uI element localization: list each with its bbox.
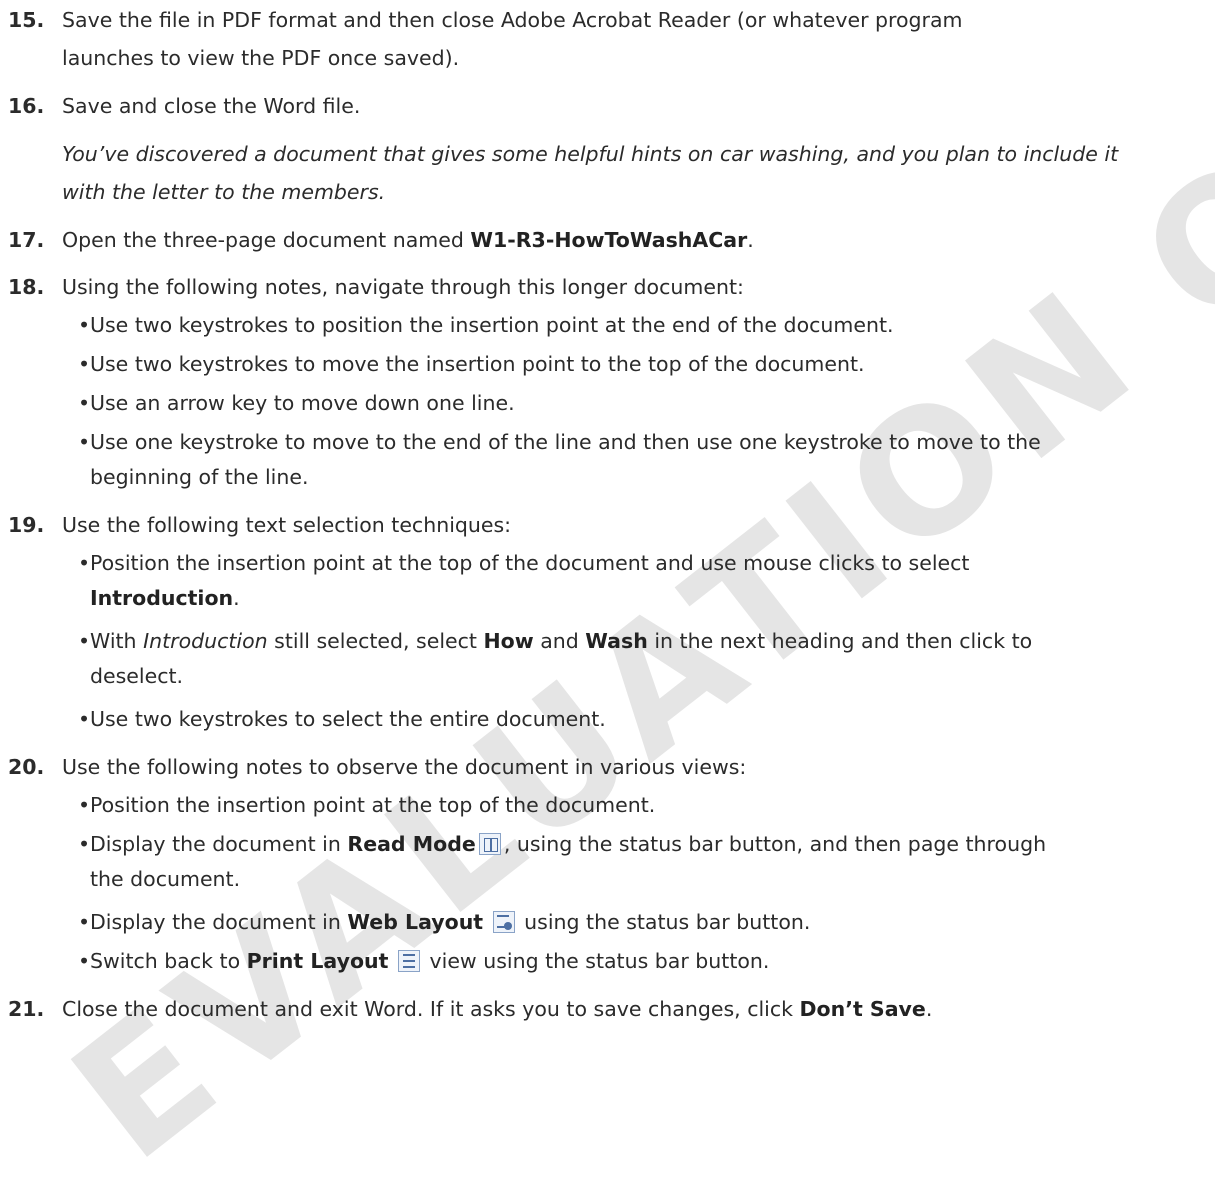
bullet: •: [78, 313, 91, 337]
bullet: •: [78, 949, 91, 973]
read-mode-icon: [478, 833, 501, 855]
file-name: W1-R3-HowToWashACar: [470, 228, 748, 252]
bullet-text: Display the document in Web Layout using…: [90, 910, 811, 934]
step-number: 20.: [8, 755, 45, 779]
web-layout-icon: [492, 911, 515, 933]
step-text: Open the three-page document named W1-R3…: [62, 228, 754, 252]
step-number: 19.: [8, 513, 45, 537]
bullet: •: [78, 551, 91, 575]
bullet-text: Switch back to Print Layout view using t…: [90, 949, 770, 973]
bullet-text: Display the document in Read Mode, using…: [90, 832, 1047, 856]
bullet-text: the document.: [90, 867, 241, 891]
bullet-text: Use two keystrokes to position the inser…: [90, 313, 894, 337]
step-number: 17.: [8, 228, 45, 252]
bullet: •: [78, 629, 91, 653]
scenario-note: You’ve discovered a document that gives …: [62, 142, 1119, 166]
step-text: Use the following text selection techniq…: [62, 513, 512, 537]
bullet-text: Use an arrow key to move down one line.: [90, 391, 515, 415]
step-number: 18.: [8, 275, 45, 299]
bullet: •: [78, 430, 91, 454]
step-number: 15.: [8, 8, 45, 32]
bullet: •: [78, 910, 91, 934]
step-number: 16.: [8, 94, 45, 118]
bullet: •: [78, 793, 91, 817]
bullet-text: beginning of the line.: [90, 465, 309, 489]
print-layout-icon: [397, 950, 420, 972]
bullet-text: Introduction.: [90, 586, 240, 610]
step-text: Using the following notes, navigate thro…: [62, 275, 744, 299]
document-page: 15. Save the file in PDF format and then…: [0, 0, 1215, 1063]
bullet-text: Position the insertion point at the top …: [90, 793, 656, 817]
bullet: •: [78, 707, 91, 731]
step-number: 21.: [8, 997, 45, 1021]
bullet-text: With Introduction still selected, select…: [90, 629, 1033, 653]
bullet: •: [78, 391, 91, 415]
step-text: Save and close the Word file.: [62, 94, 361, 118]
bullet-text: Use two keystrokes to move the insertion…: [90, 352, 865, 376]
step-text: Close the document and exit Word. If it …: [62, 997, 933, 1021]
bullet: •: [78, 352, 91, 376]
bullet-text: Use one keystroke to move to the end of …: [90, 430, 1041, 454]
step-text: Use the following notes to observe the d…: [62, 755, 747, 779]
step-text: launches to view the PDF once saved).: [62, 46, 460, 70]
step-text: Save the file in PDF format and then clo…: [62, 8, 963, 32]
bullet-text: Use two keystrokes to select the entire …: [90, 707, 606, 731]
scenario-note: with the letter to the members.: [62, 180, 386, 204]
bullet-text: Position the insertion point at the top …: [90, 551, 970, 575]
bullet: •: [78, 832, 91, 856]
bullet-text: deselect.: [90, 664, 184, 688]
